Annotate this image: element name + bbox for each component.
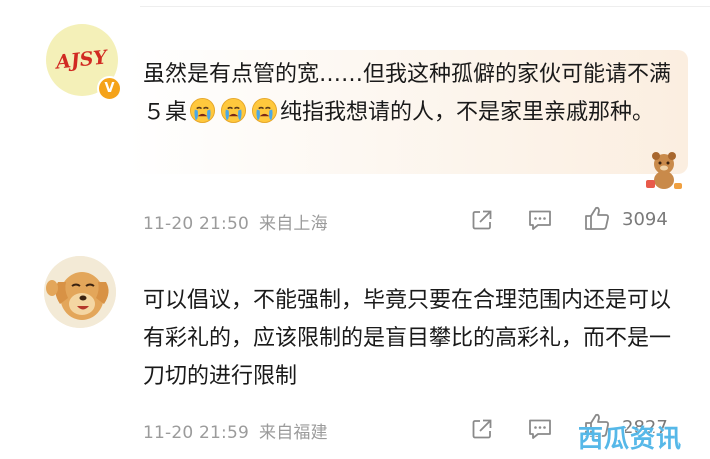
dog-avatar-icon (44, 256, 116, 328)
comment-meta: 11-20 21:50 来自上海 (143, 209, 328, 234)
share-icon (472, 419, 492, 439)
bear-sticker-icon (646, 152, 682, 189)
like-button[interactable] (583, 204, 611, 232)
crying-face-icon (220, 97, 247, 124)
share-icon (472, 210, 492, 230)
share-button[interactable] (468, 415, 496, 443)
comment-meta: 11-20 21:59 来自福建 (143, 418, 328, 443)
crying-face-icon (251, 97, 278, 124)
comment-text-part: 纯指我想请的人，不是家里亲戚那种。 (280, 100, 655, 125)
like-icon (585, 206, 609, 230)
crying-face-icon (189, 97, 216, 124)
comment-location: 来自福建 (259, 423, 328, 443)
comment-icon (529, 419, 551, 439)
verified-badge-icon: V (97, 76, 122, 101)
avatar[interactable] (44, 256, 116, 328)
comment-icon (529, 210, 551, 230)
comment-location: 来自上海 (259, 214, 328, 234)
comment-item: AJSY V 虽然是有点管的宽……但我这种孤僻的家伙可能请不满５桌 纯指我想请的人… (0, 0, 710, 245)
avatar-logo-text: AJSY (55, 46, 109, 74)
comment-date: 11-20 21:50 (143, 214, 249, 234)
comment-text: 虽然是有点管的宽……但我这种孤僻的家伙可能请不满５桌 纯指我想请的人，不是家里亲戚… (143, 56, 673, 132)
comment-text: 可以倡议，不能强制，毕竟只要在合理范围内还是可以有彩礼的，应该限制的是盲目攀比的… (143, 288, 672, 389)
like-count: 3094 (622, 209, 668, 230)
comment-button[interactable] (526, 415, 554, 443)
share-button[interactable] (468, 206, 496, 234)
comment-date: 11-20 21:59 (143, 423, 249, 443)
comment-button[interactable] (526, 206, 554, 234)
watermark-logo: 西瓜资讯 (578, 424, 683, 453)
